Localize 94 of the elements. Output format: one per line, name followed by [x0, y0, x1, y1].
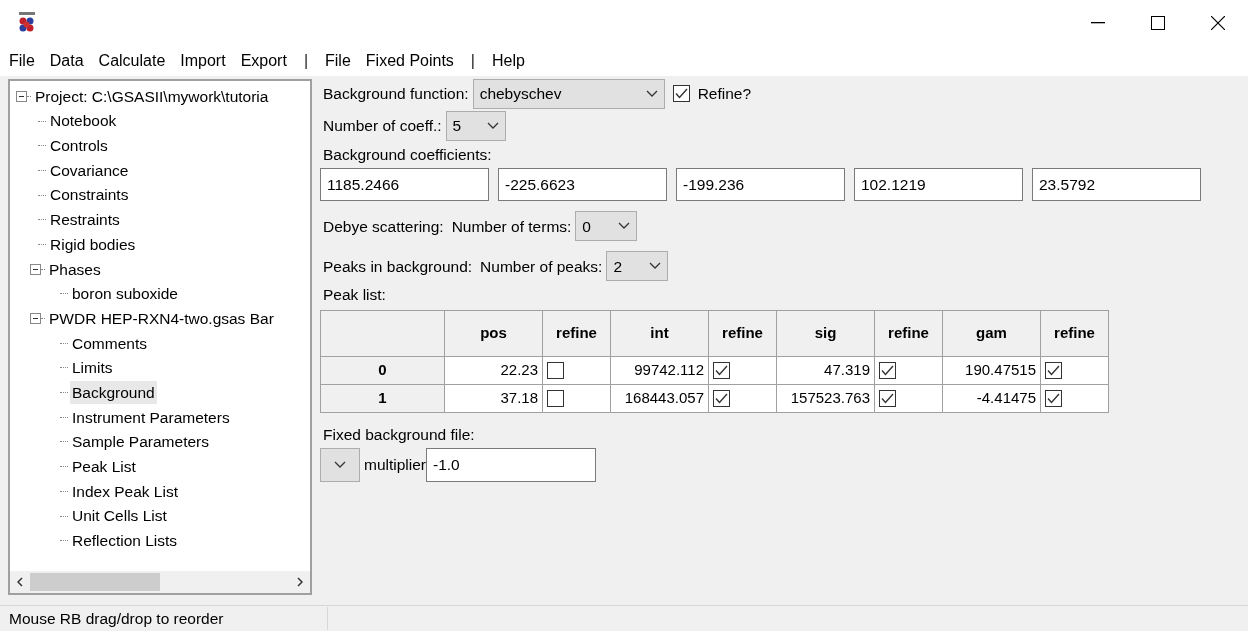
tree-item[interactable]: Constraints: [48, 183, 131, 207]
dropdown[interactable]: 0: [575, 211, 638, 242]
column-header: refine: [874, 310, 943, 356]
coefficient-field[interactable]: -225.6623: [498, 168, 667, 202]
checkbox[interactable]: [1045, 389, 1062, 407]
tree-item[interactable]: Unit Cells List: [70, 504, 169, 528]
tree-item[interactable]: Project: C:\GSASII\mywork\tutoria: [33, 84, 271, 108]
section-label: Background coefficients:: [323, 145, 493, 165]
checkbox[interactable]: [1045, 361, 1062, 379]
chevron-down-icon: [649, 262, 662, 271]
tree-item[interactable]: Comments: [70, 331, 149, 355]
menu-item[interactable]: Calculate: [98, 49, 166, 73]
column-header: gam: [942, 310, 1041, 356]
field-label: Debye scattering:: [323, 216, 444, 237]
tree-item[interactable]: Notebook: [48, 109, 119, 133]
chevron-down-icon: [618, 222, 631, 231]
column-header: pos: [444, 310, 543, 356]
field-label: Peaks in background:: [323, 256, 473, 277]
menu-item[interactable]: Help: [492, 49, 525, 73]
status-bar-text: Mouse RB drag/drop to reorder: [0, 606, 328, 631]
checkbox[interactable]: [547, 361, 564, 379]
tree-item[interactable]: Instrument Parameters: [70, 405, 232, 429]
table-cell: 99742.112: [610, 356, 709, 384]
dropdown[interactable]: 5: [445, 111, 506, 141]
coefficient-field[interactable]: 23.5792: [1032, 168, 1201, 202]
tree-item[interactable]: Sample Parameters: [70, 430, 211, 454]
scroll-right-icon[interactable]: [297, 577, 303, 587]
tree-item[interactable]: boron suboxide: [70, 282, 180, 306]
minimize-icon: [1091, 22, 1105, 24]
menu-item[interactable]: File: [325, 49, 351, 73]
field-label: Number of terms:: [451, 216, 572, 237]
menu-divider: |: [469, 51, 476, 71]
section-label: Peak list:: [323, 285, 387, 306]
checkbox[interactable]: [713, 389, 730, 407]
table-cell: -4.41475: [942, 384, 1041, 412]
menu-item[interactable]: Import: [180, 49, 226, 73]
checkbox[interactable]: [713, 361, 730, 379]
maximize-icon: [1151, 16, 1165, 30]
field-label: Number of coeff.:: [323, 116, 442, 137]
chevron-down-icon: [334, 460, 346, 469]
tree-item[interactable]: Covariance: [48, 158, 131, 183]
row-header: 1: [320, 384, 445, 412]
close-icon: [1211, 16, 1225, 30]
menu-item[interactable]: Data: [49, 49, 84, 73]
coefficient-field[interactable]: -199.236: [676, 168, 845, 202]
collapse-icon[interactable]: [30, 313, 41, 325]
collapse-icon[interactable]: [30, 263, 41, 275]
chevron-down-icon: [486, 122, 499, 130]
field-label: multiplier: [364, 455, 426, 476]
field-label: Background function:: [323, 84, 469, 105]
checkbox-label: Refine?: [697, 84, 752, 105]
checkbox[interactable]: [879, 389, 896, 407]
menu-item[interactable]: Fixed Points: [365, 49, 454, 73]
multiplier-field[interactable]: -1.0: [426, 447, 596, 482]
tree-item[interactable]: Rigid bodies: [48, 232, 138, 257]
scroll-left-icon[interactable]: [17, 577, 23, 587]
menu-item[interactable]: Export: [240, 49, 287, 73]
table-cell: 37.18: [444, 384, 543, 412]
tree-item[interactable]: Phases: [47, 257, 103, 281]
checkbox[interactable]: [879, 361, 896, 379]
row-header: 0: [320, 356, 445, 384]
table-cell: 190.47515: [942, 356, 1041, 384]
tree-item[interactable]: Index Peak List: [70, 479, 180, 503]
horizontal-scrollbar[interactable]: [10, 571, 310, 593]
column-header: sig: [776, 310, 875, 356]
app-logo-icon: [16, 12, 38, 34]
menu-item[interactable]: File: [9, 49, 35, 73]
collapse-icon[interactable]: [16, 90, 27, 102]
table-cell: 157523.763: [776, 384, 875, 412]
dropdown[interactable]: chebyschev: [472, 79, 665, 109]
section-label: Fixed background file:: [323, 424, 476, 445]
field-label: Number of peaks:: [480, 256, 603, 277]
tree-item[interactable]: Restraints: [48, 208, 122, 232]
chevron-down-icon: [645, 90, 658, 98]
coefficient-field[interactable]: 102.1219: [854, 168, 1023, 202]
tree-item[interactable]: Background: [70, 380, 157, 405]
scrollbar-thumb[interactable]: [30, 573, 160, 591]
column-header: refine: [1040, 310, 1109, 356]
tree-item[interactable]: PWDR HEP-RXN4-two.gsas Bar: [47, 306, 276, 331]
column-header: refine: [542, 310, 611, 356]
dropdown[interactable]: 2: [606, 251, 669, 282]
tree-item[interactable]: Peak List: [70, 455, 138, 479]
table-cell: 47.319: [776, 356, 875, 384]
tree-item[interactable]: Reflection Lists: [70, 529, 180, 553]
coefficient-field[interactable]: 1185.2466: [320, 168, 489, 202]
tree-item[interactable]: Controls: [48, 134, 110, 158]
tree-item[interactable]: Limits: [70, 356, 115, 380]
checkbox[interactable]: [547, 389, 564, 407]
table-cell: 168443.057: [610, 384, 709, 412]
table-cell: 22.23: [444, 356, 543, 384]
menu-divider: |: [302, 51, 310, 71]
column-header: int: [610, 310, 709, 356]
checkbox[interactable]: [672, 85, 690, 103]
column-header: refine: [708, 310, 777, 356]
